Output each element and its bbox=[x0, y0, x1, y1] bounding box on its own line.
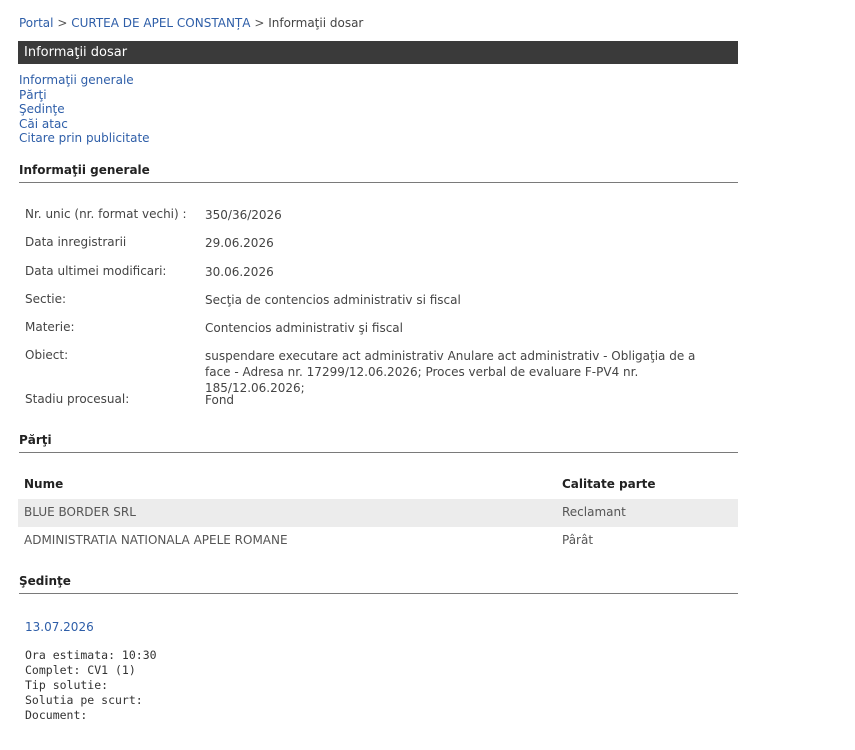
nav-link-sedinte[interactable]: Şedinţe bbox=[19, 102, 150, 117]
info-value: Fond bbox=[205, 393, 235, 408]
info-value: Contencios administrativ şi fiscal bbox=[205, 321, 403, 336]
info-label: Nr. unic (nr. format vechi) : bbox=[25, 207, 187, 221]
info-value: suspendare executare act administrativ A… bbox=[205, 349, 696, 396]
column-header-calitate-parte: Calitate parte bbox=[562, 477, 656, 491]
info-label: Data inregistrarii bbox=[25, 235, 127, 250]
column-header-nume: Nume bbox=[24, 477, 64, 491]
info-value: 350/36/2026 bbox=[205, 208, 282, 222]
breadcrumb-portal-link[interactable]: Portal bbox=[19, 16, 53, 30]
breadcrumb-current: Informaţii dosar bbox=[268, 16, 364, 30]
party-role: Pârât bbox=[562, 533, 594, 547]
nav-link-citare-publicitate[interactable]: Citare prin publicitate bbox=[19, 131, 150, 146]
party-name: ADMINISTRATIA NATIONALA APELE ROMANE bbox=[24, 533, 288, 547]
party-role: Reclamant bbox=[562, 505, 626, 519]
sedinta-date: 13.07.2026 bbox=[25, 620, 94, 634]
sedinta-complet: Complet: CV1 (1) bbox=[25, 663, 136, 677]
table-row: BLUE BORDER SRL Reclamant bbox=[18, 499, 738, 527]
info-value: 30.06.2026 bbox=[205, 264, 274, 279]
info-label: Stadiu procesual: bbox=[25, 392, 130, 407]
info-label: Materie: bbox=[25, 320, 75, 335]
sedinta-document: Document: bbox=[25, 708, 88, 722]
nav-link-informatii-generale[interactable]: Informaţii generale bbox=[19, 73, 150, 88]
section-nav: Informaţii generale Părţi Şedinţe Căi at… bbox=[19, 73, 150, 146]
sedinta-solutia-pe-scurt: Solutia pe scurt: bbox=[25, 693, 143, 707]
section-title-parti: Părţi bbox=[19, 433, 738, 453]
breadcrumb-separator: > bbox=[254, 16, 265, 30]
sedinta-tip-solutie: Tip solutie: bbox=[25, 678, 109, 692]
table-header-row: Nume Calitate parte bbox=[18, 471, 738, 499]
info-label: Obiect: bbox=[25, 348, 69, 363]
info-label: Data ultimei modificari: bbox=[25, 263, 167, 278]
info-value: 29.06.2026 bbox=[205, 236, 274, 251]
info-label: Sectie: bbox=[25, 291, 67, 306]
nav-link-cai-atac[interactable]: Căi atac bbox=[19, 117, 150, 132]
parti-table: Nume Calitate parte BLUE BORDER SRL Recl… bbox=[18, 471, 738, 555]
section-title-informatii-generale: Informaţii generale bbox=[19, 163, 738, 183]
table-row: ADMINISTRATIA NATIONALA APELE ROMANE Pâr… bbox=[18, 527, 738, 555]
sedinta-details: Ora estimata: 10:30 Complet: CV1 (1) Tip… bbox=[25, 648, 157, 723]
section-title-sedinte: Şedinţe bbox=[19, 574, 738, 594]
sedinta-ora-estimata: Ora estimata: 10:30 bbox=[25, 648, 157, 662]
page-title-bar: Informaţii dosar bbox=[18, 41, 738, 64]
party-name: BLUE BORDER SRL bbox=[24, 505, 136, 519]
nav-link-parti[interactable]: Părţi bbox=[19, 88, 150, 103]
info-value: Secţia de contencios administrativ si fi… bbox=[205, 292, 461, 307]
breadcrumb-court-link[interactable]: CURTEA DE APEL CONSTANȚA bbox=[71, 16, 250, 30]
breadcrumb: Portal > CURTEA DE APEL CONSTANȚA > Info… bbox=[19, 16, 363, 30]
breadcrumb-separator: > bbox=[57, 16, 68, 30]
